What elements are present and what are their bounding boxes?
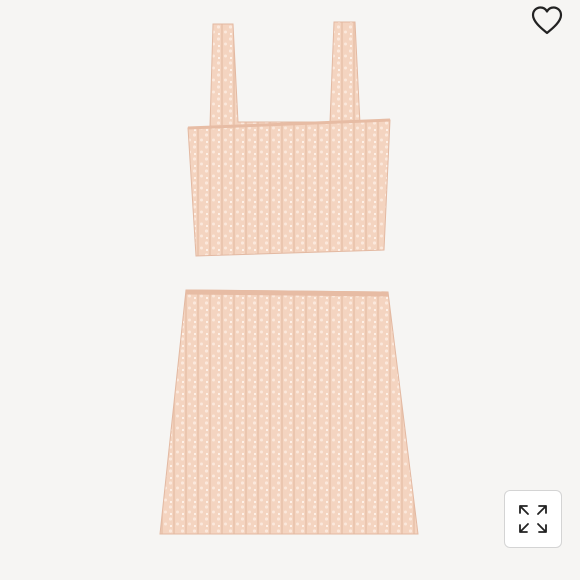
heart-outline-icon [531, 6, 563, 35]
expand-arrows-icon [519, 505, 547, 533]
product-image [159, 21, 419, 535]
mini-skirt [159, 289, 419, 535]
crop-top [187, 21, 391, 257]
favorite-button[interactable] [525, 0, 569, 40]
expand-image-button[interactable] [504, 490, 562, 548]
product-image-viewer [0, 0, 580, 580]
